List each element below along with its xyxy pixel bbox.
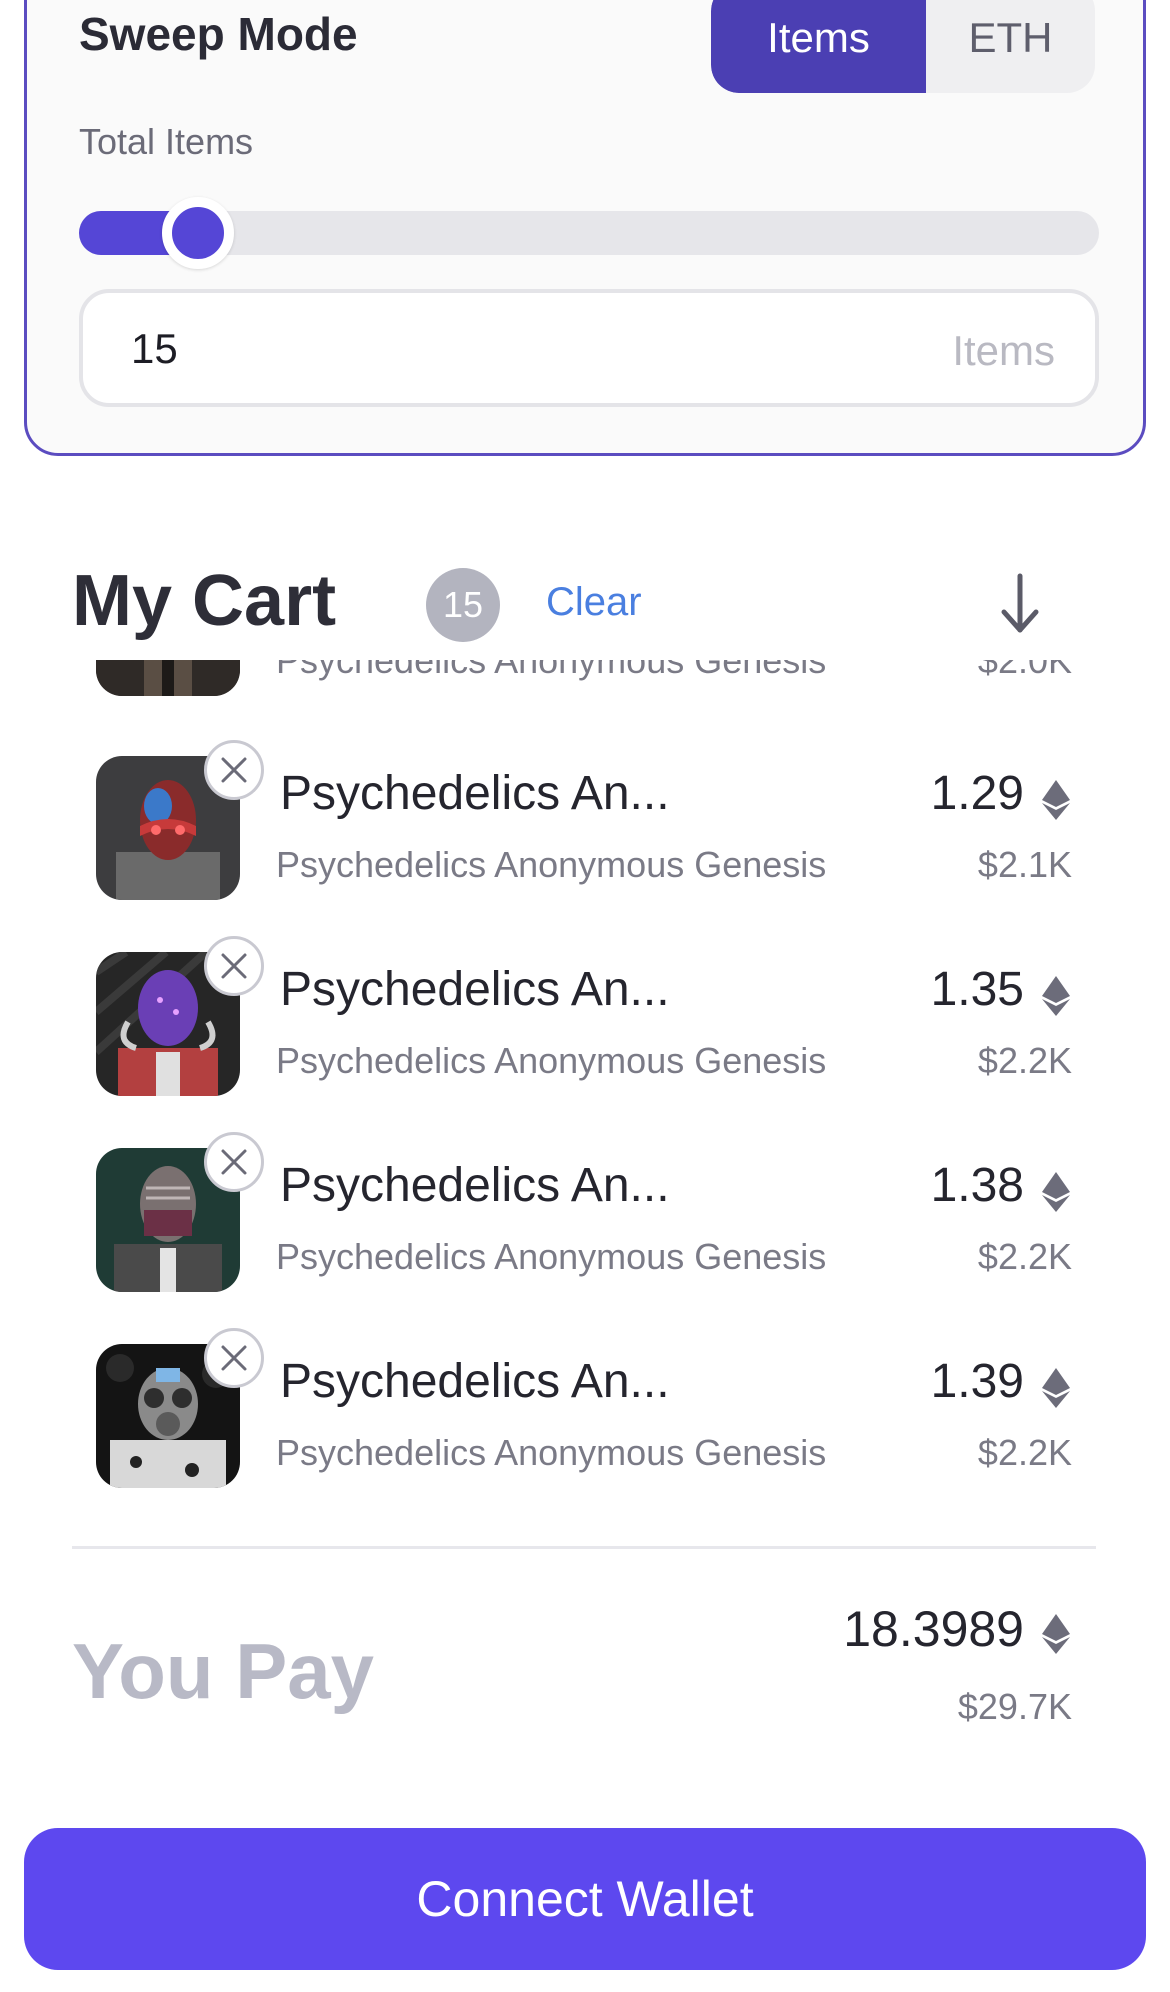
item-price: 1.39: [930, 1355, 1024, 1408]
sweep-mode-card: Sweep Mode Items ETH Total Items 15 Item…: [24, 0, 1146, 456]
sweep-mode-toggle: Items ETH: [711, 0, 1095, 93]
mode-eth-button[interactable]: ETH: [926, 0, 1095, 93]
close-icon: [221, 1149, 247, 1175]
mode-items-button[interactable]: Items: [711, 0, 926, 93]
remove-item-button[interactable]: [204, 1328, 264, 1388]
cart-item[interactable]: Psychedelics An... 1.39 Psychedelics Ano…: [0, 1328, 1170, 1504]
remove-item-button[interactable]: [204, 740, 264, 800]
quantity-input[interactable]: 15 Items: [79, 289, 1099, 407]
eth-icon: [1042, 976, 1070, 1016]
item-collection: Psychedelics Anonymous Genesis: [276, 844, 827, 885]
eth-icon: [1042, 1172, 1070, 1212]
close-icon: [221, 1345, 247, 1371]
close-icon: [221, 757, 247, 783]
eth-icon: [1042, 1614, 1070, 1654]
cart-item[interactable]: Psychedelics An... 1.38 Psychedelics Ano…: [0, 1132, 1170, 1308]
item-price: 1.35: [930, 963, 1024, 1016]
item-price: 1.29: [930, 767, 1024, 820]
cart-item[interactable]: Psychedelics An... 1.35 Psychedelics Ano…: [0, 936, 1170, 1112]
nft-thumbnail: [96, 660, 240, 696]
cart-count-badge: 15: [426, 568, 500, 642]
item-usd: $2.0K: [977, 660, 1072, 681]
item-usd: $2.2K: [977, 1236, 1072, 1277]
item-usd: $2.1K: [977, 844, 1072, 885]
total-items-label: Total Items: [79, 121, 254, 162]
total-eth: 18.3989: [843, 1601, 1024, 1657]
item-collection: Psychedelics Anonymous Genesis: [276, 1236, 827, 1277]
close-icon: [221, 953, 247, 979]
quantity-value: 15: [131, 325, 178, 372]
cart-item-partial: Psychedelics Anonymous Genesis $2.0K: [0, 660, 1170, 712]
item-name: Psychedelics An...: [280, 1159, 670, 1212]
slider-thumb[interactable]: [162, 197, 235, 269]
remove-item-button[interactable]: [204, 1132, 264, 1192]
total-usd: $29.7K: [957, 1686, 1072, 1727]
arrow-down-icon[interactable]: [998, 572, 1042, 636]
cart-item[interactable]: Psychedelics An... 1.29 Psychedelics Ano…: [0, 740, 1170, 916]
item-name: Psychedelics An...: [280, 963, 670, 1016]
remove-item-button[interactable]: [204, 936, 264, 996]
divider: [72, 1546, 1096, 1549]
cart-title: My Cart: [72, 561, 337, 641]
item-usd: $2.2K: [977, 1040, 1072, 1081]
eth-icon: [1042, 780, 1070, 820]
cart-item-list[interactable]: Psychedelics Anonymous Genesis $2.0K Psy…: [0, 660, 1170, 1540]
quantity-unit: Items: [952, 327, 1055, 374]
sweep-mode-title: Sweep Mode: [79, 8, 358, 60]
item-usd: $2.2K: [977, 1432, 1072, 1473]
item-price: 1.38: [930, 1159, 1024, 1212]
eth-icon: [1042, 1368, 1070, 1408]
clear-cart-button[interactable]: Clear: [546, 580, 642, 625]
item-collection: Psychedelics Anonymous Genesis: [276, 660, 827, 681]
item-name: Psychedelics An...: [280, 767, 670, 820]
you-pay-label: You Pay: [72, 1627, 374, 1715]
item-collection: Psychedelics Anonymous Genesis: [276, 1432, 827, 1473]
items-slider[interactable]: [79, 197, 1099, 269]
item-collection: Psychedelics Anonymous Genesis: [276, 1040, 827, 1081]
connect-wallet-button[interactable]: Connect Wallet: [24, 1828, 1146, 1970]
item-name: Psychedelics An...: [280, 1355, 670, 1408]
